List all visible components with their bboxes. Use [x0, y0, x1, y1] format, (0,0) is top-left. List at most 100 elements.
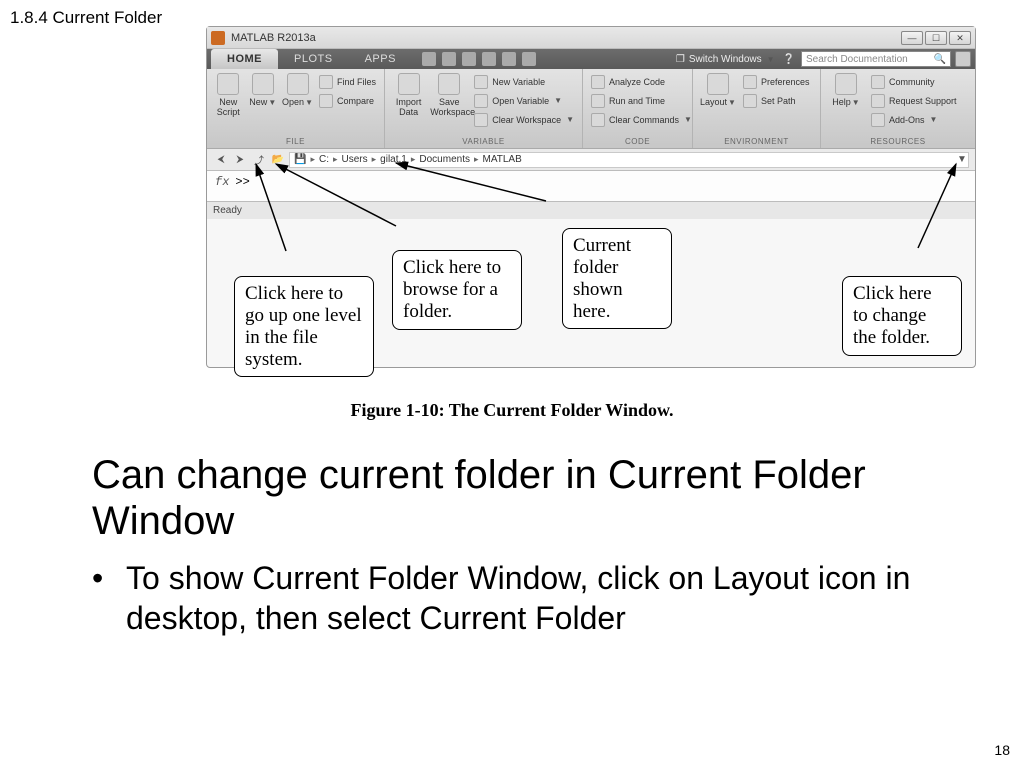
new-variable-icon — [474, 75, 488, 89]
analyze-code-button[interactable]: Analyze Code — [589, 73, 694, 90]
tabstrip: HOME PLOTS APPS ❐ Switch Windows ▼ ❔ Sea… — [207, 49, 975, 69]
folder-history-dropdown[interactable]: ▼ — [955, 152, 969, 166]
forward-button[interactable]: ⮞ — [232, 152, 248, 168]
find-files-icon — [319, 75, 333, 89]
addons-icon — [871, 113, 885, 127]
tab-home[interactable]: HOME — [211, 49, 278, 69]
addons-button[interactable]: Add-Ons▼ — [869, 111, 959, 128]
find-files-button[interactable]: Find Files — [317, 73, 378, 90]
new-script-button[interactable]: New Script — [213, 73, 244, 117]
preferences-button[interactable]: Preferences — [741, 73, 812, 90]
qat-icon[interactable] — [482, 52, 496, 66]
chevron-down-icon: ▼ — [566, 115, 574, 124]
group-label-resources: RESOURCES — [821, 137, 975, 148]
qat-icon[interactable] — [442, 52, 456, 66]
figure-number: Figure 1-10: — [350, 400, 444, 420]
new-variable-button[interactable]: New Variable — [472, 73, 576, 90]
set-path-button[interactable]: Set Path — [741, 92, 812, 109]
qat-icon[interactable] — [462, 52, 476, 66]
clear-workspace-button[interactable]: Clear Workspace▼ — [472, 111, 576, 128]
group-label-code: CODE — [583, 137, 692, 148]
new-button[interactable]: New▼ — [248, 73, 279, 108]
close-button[interactable]: ✕ — [949, 31, 971, 45]
switch-windows-label: Switch Windows — [689, 54, 762, 65]
help-button[interactable]: Help▼ — [827, 73, 865, 108]
chevron-right-icon: ▸ — [474, 154, 479, 165]
chevron-down-icon: ▼ — [852, 98, 860, 107]
window-stack-icon: ❐ — [676, 54, 685, 65]
compare-button[interactable]: Compare — [317, 92, 378, 109]
search-documentation-input[interactable]: Search Documentation 🔍 — [801, 51, 951, 67]
command-window[interactable]: fx >> — [207, 171, 975, 201]
browse-for-folder-button[interactable]: 📂 — [270, 152, 286, 168]
compare-icon — [319, 94, 333, 108]
crumb-users[interactable]: Users — [342, 154, 368, 165]
group-label-file: FILE — [207, 137, 384, 148]
save-workspace-button[interactable]: Save Workspace — [430, 73, 468, 117]
chevron-down-icon: ▼ — [268, 98, 276, 107]
community-button[interactable]: Community — [869, 73, 959, 90]
open-variable-button[interactable]: Open Variable▼ — [472, 92, 576, 109]
chevron-down-icon: ▼ — [554, 96, 562, 105]
slide-headline: Can change current folder in Current Fol… — [92, 452, 928, 544]
crumb-documents[interactable]: Documents — [419, 154, 470, 165]
chevron-right-icon: ▸ — [310, 154, 315, 165]
page-number: 18 — [994, 742, 1010, 758]
layout-icon — [707, 73, 729, 95]
qat-icon[interactable] — [502, 52, 516, 66]
chevron-down-icon: ▼ — [305, 98, 313, 107]
bullet-text: To show Current Folder Window, click on … — [126, 558, 928, 638]
open-button[interactable]: Open▼ — [282, 73, 313, 108]
clear-workspace-icon — [474, 113, 488, 127]
support-icon — [871, 94, 885, 108]
quick-access-toolbar — [422, 52, 536, 66]
new-script-icon — [217, 73, 239, 95]
plus-icon — [252, 73, 274, 95]
prompt: >> — [235, 175, 249, 189]
analyze-icon — [591, 75, 605, 89]
qat-icon[interactable] — [422, 52, 436, 66]
toolbar-overflow-button[interactable] — [955, 51, 971, 67]
help-icon[interactable]: ❔ — [783, 54, 795, 65]
run-and-time-button[interactable]: Run and Time — [589, 92, 694, 109]
help-icon — [835, 73, 857, 95]
tab-plots[interactable]: PLOTS — [278, 49, 349, 69]
slide-bullets: • To show Current Folder Window, click o… — [92, 558, 928, 638]
clear-commands-button[interactable]: Clear Commands▼ — [589, 111, 694, 128]
callout-change-folder: Click here to change the folder. — [842, 276, 962, 356]
titlebar: MATLAB R2013a — ☐ ✕ — [207, 27, 975, 49]
crumb-c[interactable]: C: — [319, 154, 329, 165]
minimize-button[interactable]: — — [901, 31, 923, 45]
address-bar[interactable]: 💾 ▸ C: ▸ Users ▸ gilat.1 ▸ Documents ▸ M… — [289, 152, 969, 168]
group-label-environment: ENVIRONMENT — [693, 137, 820, 148]
section-heading: 1.8.4 Current Folder — [10, 8, 162, 28]
search-placeholder: Search Documentation — [806, 54, 908, 65]
gear-icon — [743, 75, 757, 89]
figure-caption: Figure 1-10: The Current Folder Window. — [0, 400, 1024, 421]
layout-button[interactable]: Layout▼ — [699, 73, 737, 108]
chevron-down-icon: ▼ — [728, 98, 736, 107]
chevron-right-icon: ▸ — [372, 154, 377, 165]
set-path-icon — [743, 94, 757, 108]
crumb-user[interactable]: gilat.1 — [380, 154, 407, 165]
callout-shown-here: Current folder shown here. — [562, 228, 672, 329]
request-support-button[interactable]: Request Support — [869, 92, 959, 109]
crumb-matlab[interactable]: MATLAB — [483, 154, 522, 165]
import-data-button[interactable]: Import Data — [391, 73, 426, 117]
back-button[interactable]: ⮜ — [213, 152, 229, 168]
maximize-button[interactable]: ☐ — [925, 31, 947, 45]
import-icon — [398, 73, 420, 95]
up-one-level-button[interactable]: ⤴ — [251, 152, 267, 168]
window-title: MATLAB R2013a — [231, 32, 316, 44]
chevron-right-icon: ▸ — [411, 154, 416, 165]
drive-icon: 💾 — [294, 154, 306, 165]
fx-icon[interactable]: fx — [215, 175, 229, 189]
clear-commands-icon — [591, 113, 605, 127]
tab-apps[interactable]: APPS — [349, 49, 412, 69]
chevron-right-icon: ▸ — [333, 154, 338, 165]
chevron-down-icon: ▼ — [684, 115, 692, 124]
open-variable-icon — [474, 94, 488, 108]
qat-icon[interactable] — [522, 52, 536, 66]
toolstrip: New Script New▼ Open▼ Find Files Compare… — [207, 69, 975, 149]
switch-windows-button[interactable]: ❐ Switch Windows ▼ ❔ — [670, 54, 801, 65]
